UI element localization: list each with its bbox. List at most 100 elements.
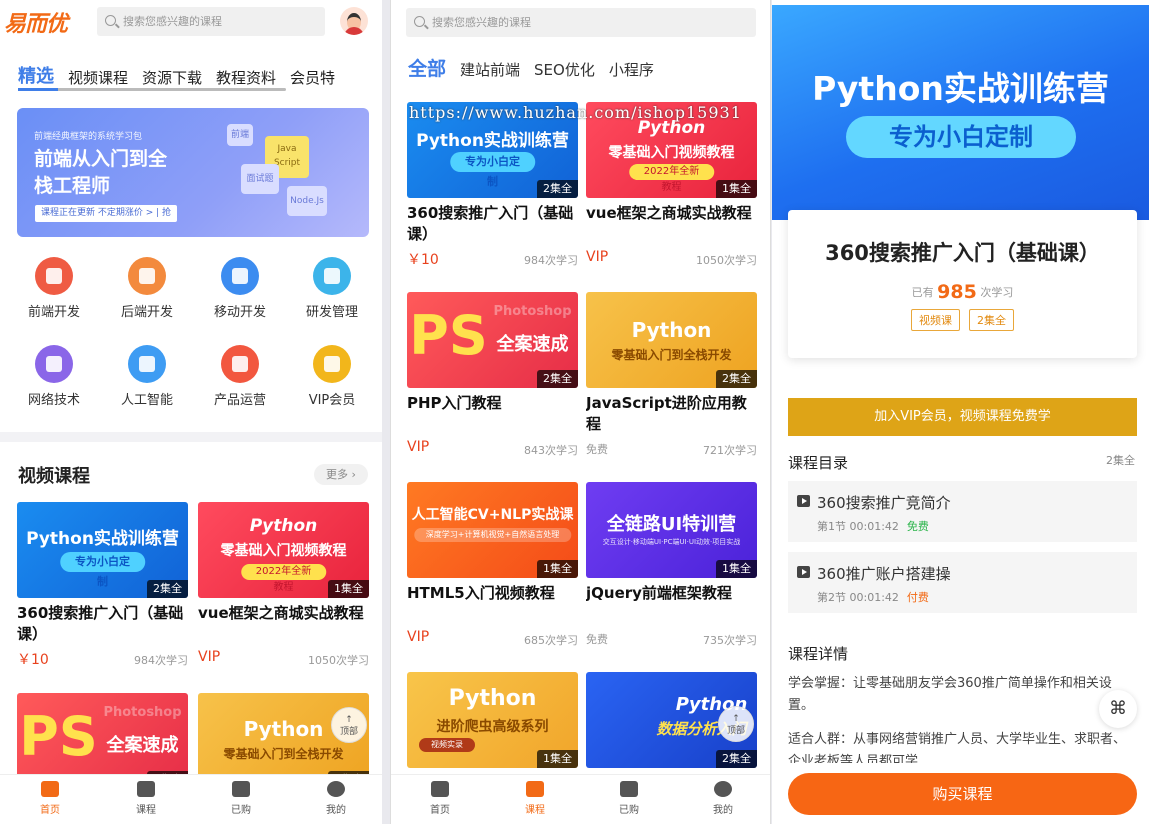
tab-site-frontend[interactable]: 建站前端 <box>460 59 520 80</box>
course-card[interactable]: Python 零基础入门视频教程 2022年全新教程 1集全 vue框架之商城实… <box>586 102 757 269</box>
hero-subtitle: 专为小白定制 <box>846 116 1076 158</box>
tab-featured[interactable]: 精选 <box>18 62 54 88</box>
course-card[interactable]: Python 零基础入门视频教程 2022年全新教程 1集全 vue框架之商城实… <box>198 502 369 669</box>
thumb-title: Python <box>631 318 712 342</box>
episode-badge: 1集全 <box>328 580 369 598</box>
promo-banner[interactable]: 前端经典框架的系统学习包 前端从入门到全栈工程师 课程正在更新 不定期涨价 > … <box>17 108 369 237</box>
tab-scroll-indicator <box>18 88 286 91</box>
course-card[interactable]: Python实战训练营 专为小白定制 2集全 360搜索推广入门（基础课） ￥1… <box>17 502 188 669</box>
bottom-nav: 首页 课程 已购 我的 <box>0 774 382 824</box>
arrow-up-icon: ↑ <box>345 715 353 725</box>
menu-grid-button[interactable]: ⌘ <box>1099 690 1137 728</box>
thumb-title: Python <box>448 686 537 711</box>
episode-badge: 1集全 <box>716 180 757 198</box>
home-screen: 易而优 搜索您感兴趣的课程 精选 视频课程 资源下载 教程资料 会员特 前端经典框架的系… <box>0 0 382 824</box>
course-price: VIP <box>407 629 430 645</box>
category-mobile[interactable]: 移动开发 <box>200 257 280 320</box>
course-card[interactable]: PS 全案速成 Photoshop 2集全 PHP入门教程 VIP 843次学习 <box>407 292 578 459</box>
learn-count: 984次学习 <box>134 654 188 667</box>
more-button[interactable]: 更多 › <box>314 464 368 485</box>
course-title: jQuery前端框架教程 <box>586 584 732 602</box>
thumb-title: 全链路UI特训营 <box>606 514 737 535</box>
arrow-up-icon: ↑ <box>732 714 740 724</box>
tab-video-courses[interactable]: 视频课程 <box>68 67 128 88</box>
search-placeholder: 搜索您感兴趣的课程 <box>123 15 222 28</box>
category-label: 网络技术 <box>27 393 80 408</box>
tab-seo[interactable]: SEO优化 <box>534 59 595 80</box>
nav-label: 首页 <box>40 805 60 816</box>
nav-courses[interactable]: 课程 <box>116 781 176 816</box>
lesson-item[interactable]: 360搜索推广竞简介 第1节 00:01:42 免费 <box>788 481 1137 542</box>
course-thumbnail: PS 全案速成 Photoshop 2集全 <box>407 292 578 388</box>
join-vip-button[interactable]: 加入VIP会员，视频课程免费学 <box>788 398 1137 436</box>
badge-video: 视频课 <box>910 309 960 331</box>
catalog-title: 课程目录 <box>788 454 849 472</box>
tab-all[interactable]: 全部 <box>408 54 446 81</box>
tab-mini-program[interactable]: 小程序 <box>609 59 654 80</box>
banner-cube-frontend: 前端 <box>227 124 253 146</box>
avatar[interactable] <box>340 7 368 35</box>
learn-count: 1050次学习 <box>308 654 369 667</box>
app-logo[interactable]: 易而优 <box>4 6 68 38</box>
category-rd-management[interactable]: 研发管理 <box>292 257 372 320</box>
stat-prefix: 已有 <box>911 286 934 299</box>
category-ai[interactable]: 人工智能 <box>107 345 187 408</box>
search-input[interactable]: 搜索您感兴趣的课程 <box>406 8 756 37</box>
html5-icon <box>35 257 73 295</box>
course-hero-image: Python实战训练营 专为小白定制 <box>772 5 1149 220</box>
episode-badge: 2集全 <box>147 580 188 598</box>
nav-courses[interactable]: 课程 <box>505 781 565 816</box>
tab-resource-download[interactable]: 资源下载 <box>142 67 202 88</box>
buy-course-button[interactable]: 购买课程 <box>788 773 1137 815</box>
play-icon <box>137 781 155 797</box>
course-card[interactable]: Python 零基础入门到全栈开发 2集全 JavaScript进阶应用教程 免… <box>586 292 757 459</box>
back-to-top-button[interactable]: ↑ 顶部 <box>331 707 367 743</box>
course-card[interactable]: Python实战训练营 专为小白定制 2集全 360搜索推广入门（基础课） ￥1… <box>407 102 578 269</box>
course-title: 360搜索推广入门（基础课） <box>407 204 574 243</box>
course-list-screen: 搜索您感兴趣的课程 全部 建站前端 SEO优化 小程序 https://www.huz… <box>390 0 771 824</box>
thumb-title: Python实战训练营 <box>416 131 569 151</box>
nav-me[interactable]: 我的 <box>306 781 366 816</box>
category-network[interactable]: 网络技术 <box>14 345 94 408</box>
category-frontend[interactable]: 前端开发 <box>14 257 94 320</box>
nav-home[interactable]: 首页 <box>20 781 80 816</box>
course-card[interactable]: Python 进阶爬虫高级系列 视频实录 1集全 <box>407 672 578 768</box>
search-input[interactable]: 搜索您感兴趣的课程 <box>97 7 325 36</box>
lesson-meta: 第1节 00:01:42 <box>817 520 899 533</box>
banner-cube-node: Node.Js <box>287 186 327 216</box>
nav-purchased[interactable]: 已购 <box>211 781 271 816</box>
thumb-subtitle: 全案速成 <box>496 334 569 355</box>
bottom-nav: 首页 课程 已购 我的 <box>391 774 770 824</box>
detail-line: 适合人群：从事网络营销推广人员、大学毕业生、求职者、企业老板等人员都可学 <box>788 732 1127 763</box>
banner-cta[interactable]: 课程正在更新 不定期涨价 > | 抢 <box>35 205 178 222</box>
course-title: 360搜索推广入门（基础课） <box>825 241 1100 265</box>
search-icon <box>105 15 116 26</box>
nav-label: 已购 <box>619 805 639 816</box>
tab-member[interactable]: 会员特 <box>290 67 335 88</box>
nav-me[interactable]: 我的 <box>693 781 753 816</box>
section-title: 视频课程 <box>18 466 90 487</box>
search-icon <box>414 16 425 27</box>
back-to-top-button[interactable]: ↑ 顶部 <box>718 706 754 742</box>
nav-purchased[interactable]: 已购 <box>599 781 659 816</box>
lesson-item[interactable]: 360推广账户搭建操 第2节 00:01:42 付费 <box>788 552 1137 613</box>
badge-episodes: 2集全 <box>969 309 1015 331</box>
play-icon <box>797 566 810 578</box>
nav-home[interactable]: 首页 <box>410 781 470 816</box>
category-product-ops[interactable]: 产品运营 <box>200 345 280 408</box>
tab-tutorials[interactable]: 教程资料 <box>216 67 276 88</box>
course-card[interactable]: 人工智能CV+NLP实战课 深度学习+计算机视觉+自然语言处理 1集全 HTML… <box>407 482 578 649</box>
course-card[interactable]: 全链路UI特训营 交互设计·移动端UI·PC端UI·UI动效·项目实战 1集全 … <box>586 482 757 649</box>
category-backend[interactable]: 后端开发 <box>107 257 187 320</box>
course-title: vue框架之商城实战教程 <box>198 604 364 622</box>
category-label: VIP会员 <box>308 393 356 408</box>
clipboard-icon <box>232 781 250 797</box>
category-vip[interactable]: VIP会员 <box>292 345 372 408</box>
course-thumbnail: Python实战训练营 专为小白定制 2集全 <box>17 502 188 598</box>
episode-badge: 2集全 <box>716 370 757 388</box>
banner-cube-interview: 面试题 <box>241 164 279 194</box>
nav-label: 首页 <box>430 805 450 816</box>
banner-pagination <box>183 229 241 231</box>
thumb-pill: 专为小白定制 <box>449 152 536 188</box>
bookmark-icon <box>221 257 259 295</box>
